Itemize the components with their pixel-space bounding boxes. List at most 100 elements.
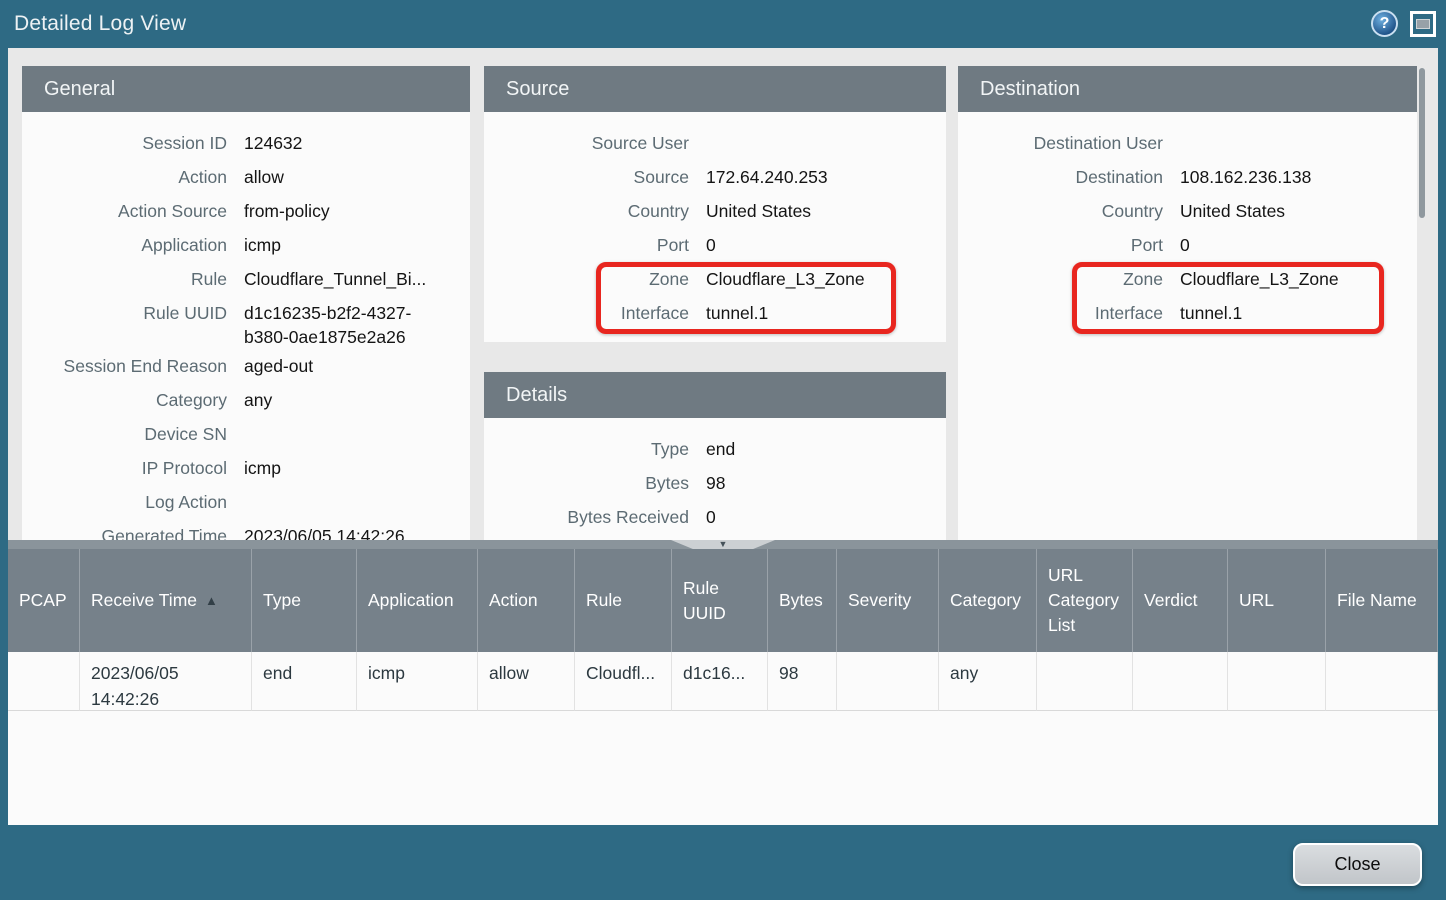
destination-row-port: Port 0 xyxy=(958,228,1409,262)
column-header-severity[interactable]: Severity xyxy=(837,549,939,652)
column-header-application[interactable]: Application xyxy=(357,549,478,652)
title-bar-icons: ? xyxy=(1371,10,1436,37)
cell-severity xyxy=(837,652,939,711)
field-value: d1c16235-b2f2-4327-b380-0ae1875e2a26 xyxy=(244,296,444,349)
field-label: Rule xyxy=(22,262,227,291)
field-label: Session End Reason xyxy=(22,349,227,378)
field-label: Interface xyxy=(484,296,689,325)
field-label: Generated Time xyxy=(22,519,227,540)
field-value: 0 xyxy=(1180,228,1392,257)
general-panel: General Session ID 124632 Action allow A… xyxy=(22,66,470,540)
column-header-pcap[interactable]: PCAP xyxy=(8,549,80,652)
field-value: tunnel.1 xyxy=(706,296,918,325)
field-label: Source User xyxy=(484,126,689,155)
column-header-type[interactable]: Type xyxy=(252,549,357,652)
column-header-label: Bytes xyxy=(779,588,823,613)
general-row-session-id: Session ID 124632 xyxy=(22,126,462,160)
field-value: 2023/06/05 14:42:26 xyxy=(244,519,444,540)
field-label: Zone xyxy=(958,262,1163,291)
column-header-file-name[interactable]: File Name xyxy=(1326,549,1438,652)
column-header-label: Category xyxy=(950,588,1021,613)
page-title: Detailed Log View xyxy=(0,12,186,36)
field-label: Country xyxy=(484,194,689,223)
cell-pcap xyxy=(8,652,80,711)
source-panel-header: Source xyxy=(484,66,946,112)
column-header-label: Application xyxy=(368,588,454,613)
column-header-verdict[interactable]: Verdict xyxy=(1133,549,1228,652)
field-value: Cloudflare_L3_Zone xyxy=(706,262,918,291)
column-header-url-category-list[interactable]: URL Category List xyxy=(1037,549,1133,652)
splitter-drag-handle[interactable]: ▼ xyxy=(671,540,775,549)
destination-row-destination-user: Destination User xyxy=(958,126,1409,160)
details-row-bytes: Bytes 98 xyxy=(484,466,938,500)
chevron-down-icon: ▼ xyxy=(719,540,728,549)
field-value xyxy=(244,417,444,422)
details-panel-body: Type end Bytes 98 Bytes Received 0 xyxy=(484,418,946,540)
field-value: 0 xyxy=(706,228,918,257)
table-header-row: PCAP Receive Time ▲ Type Application Acti… xyxy=(8,549,1438,652)
sort-ascending-icon: ▲ xyxy=(205,588,218,613)
field-value: tunnel.1 xyxy=(1180,296,1392,325)
column-header-label: Receive Time xyxy=(91,588,197,613)
field-label: IP Protocol xyxy=(22,451,227,480)
column-header-label: Type xyxy=(263,588,301,613)
cell-url-category-list xyxy=(1037,652,1133,711)
column-header-label: URL xyxy=(1239,588,1274,613)
field-label: Rule UUID xyxy=(22,296,227,325)
column-header-bytes[interactable]: Bytes xyxy=(768,549,837,652)
vertical-scrollbar-thumb[interactable] xyxy=(1419,68,1425,218)
general-panel-header: General xyxy=(22,66,470,112)
help-icon[interactable]: ? xyxy=(1371,10,1398,37)
field-label: Session ID xyxy=(22,126,227,155)
destination-panel: Destination Destination User Destination… xyxy=(958,66,1417,540)
help-icon-glyph: ? xyxy=(1380,15,1390,33)
column-header-label: Action xyxy=(489,588,538,613)
field-value: end xyxy=(706,432,918,461)
cell-application: icmp xyxy=(357,652,478,711)
cell-rule: Cloudfl... xyxy=(575,652,672,711)
field-value xyxy=(706,126,918,131)
cell-action: allow xyxy=(478,652,575,711)
window-restore-icon[interactable] xyxy=(1410,11,1436,37)
field-label: Port xyxy=(484,228,689,257)
field-value: allow xyxy=(244,160,444,189)
column-header-rule[interactable]: Rule xyxy=(575,549,672,652)
table-row[interactable]: 2023/06/05 14:42:26 end icmp allow Cloud… xyxy=(8,652,1438,711)
field-value: United States xyxy=(1180,194,1392,223)
field-value: 98 xyxy=(706,466,918,495)
field-label: Country xyxy=(958,194,1163,223)
column-header-label: Verdict xyxy=(1144,588,1198,613)
source-row-source-user: Source User xyxy=(484,126,938,160)
general-row-application: Application icmp xyxy=(22,228,462,262)
column-header-label: File Name xyxy=(1337,588,1417,613)
column-header-label: PCAP xyxy=(19,588,67,613)
general-row-session-end-reason: Session End Reason aged-out xyxy=(22,349,462,383)
source-panel: Source Source User Source 172.64.240.253… xyxy=(484,66,946,342)
close-button[interactable]: Close xyxy=(1293,843,1422,886)
field-label: Action xyxy=(22,160,227,189)
cell-receive-time: 2023/06/05 14:42:26 xyxy=(80,652,252,711)
column-header-receive-time[interactable]: Receive Time ▲ xyxy=(80,549,252,652)
column-header-category[interactable]: Category xyxy=(939,549,1037,652)
window-restore-icon-inner xyxy=(1416,19,1430,29)
field-label: Category xyxy=(22,383,227,412)
general-row-ip-protocol: IP Protocol icmp xyxy=(22,451,462,485)
column-header-action[interactable]: Action xyxy=(478,549,575,652)
field-value: 124632 xyxy=(244,126,444,155)
column-header-url[interactable]: URL xyxy=(1228,549,1326,652)
details-panel-header: Details xyxy=(484,372,946,418)
detail-panels-area: General Session ID 124632 Action allow A… xyxy=(8,48,1438,540)
general-row-log-action: Log Action xyxy=(22,485,462,519)
column-header-label: Rule UUID xyxy=(683,576,761,626)
column-header-rule-uuid[interactable]: Rule UUID xyxy=(672,549,768,652)
field-value: 172.64.240.253 xyxy=(706,160,918,189)
field-label: Bytes xyxy=(484,466,689,495)
source-row-zone: Zone Cloudflare_L3_Zone xyxy=(484,262,938,296)
field-label: Interface xyxy=(958,296,1163,325)
source-row-port: Port 0 xyxy=(484,228,938,262)
destination-row-country: Country United States xyxy=(958,194,1409,228)
source-row-interface: Interface tunnel.1 xyxy=(484,296,938,330)
general-row-rule: Rule Cloudflare_Tunnel_Bi... xyxy=(22,262,462,296)
field-value: 108.162.236.138 xyxy=(1180,160,1392,189)
general-row-device-sn: Device SN xyxy=(22,417,462,451)
